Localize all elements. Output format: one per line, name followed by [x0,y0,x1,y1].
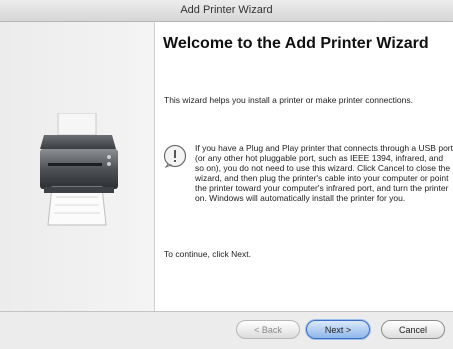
cancel-button[interactable]: Cancel [381,320,445,339]
continue-instruction: To continue, click Next. [164,249,251,259]
button-bar: < Back Next > Cancel [0,311,453,349]
page-title: Welcome to the Add Printer Wizard [163,35,429,52]
back-button[interactable]: < Back [236,320,300,339]
wizard-content: Welcome to the Add Printer Wizard This w… [155,22,453,311]
window-title: Add Printer Wizard [0,0,453,22]
next-button[interactable]: Next > [306,320,370,339]
printer-icon [40,112,120,238]
side-panel [0,22,155,311]
intro-text: This wizard helps you install a printer … [164,95,413,105]
plug-and-play-note: If you have a Plug and Play printer that… [195,143,453,203]
info-icon [163,144,187,173]
add-printer-wizard-window: Add Printer Wizard Welcome to the Add Pr… [0,0,453,349]
